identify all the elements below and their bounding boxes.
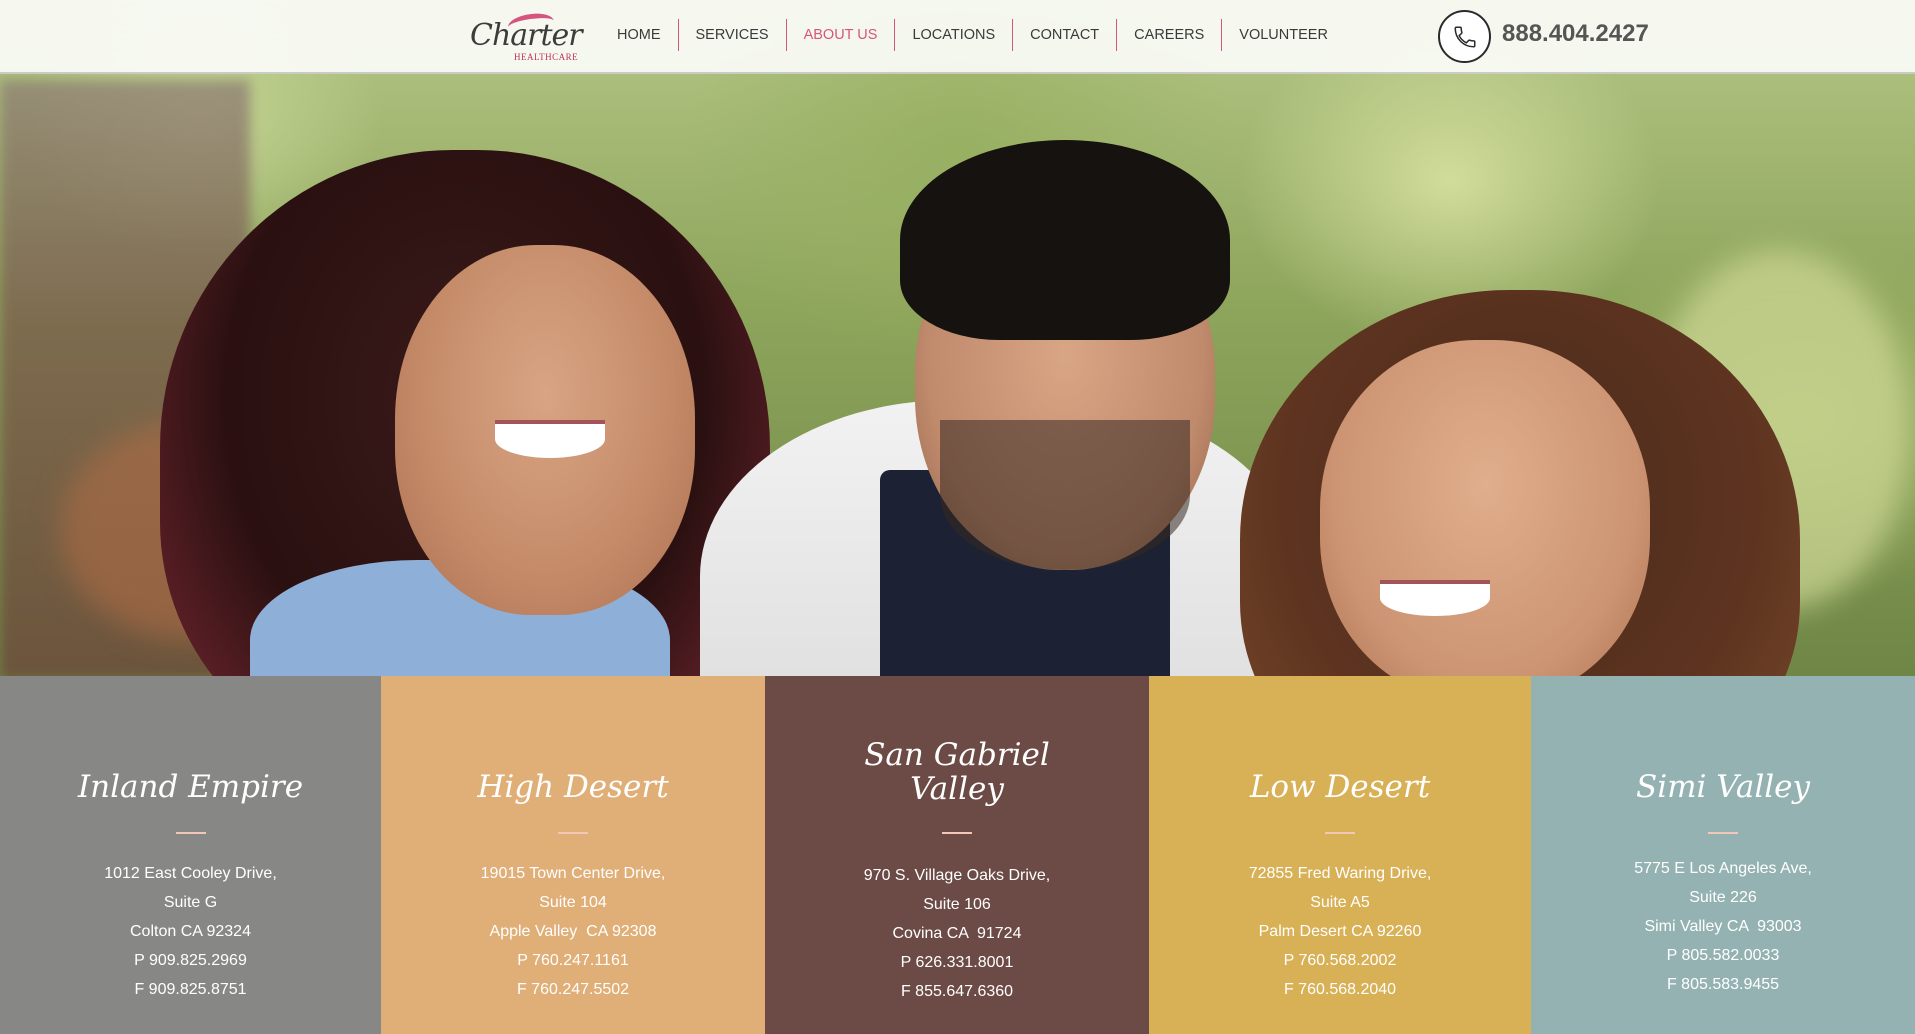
- nav-services[interactable]: SERVICES: [677, 19, 786, 51]
- phone-number[interactable]: 888.404.2427: [1502, 20, 1649, 48]
- phone-icon: [1453, 25, 1476, 48]
- location-divider: [942, 832, 972, 834]
- charter-healthcare-logo[interactable]: Charter HEALTHCARE: [468, 10, 598, 64]
- logo-script: Charter: [470, 18, 583, 53]
- address-line: Suite 226: [1689, 889, 1757, 906]
- address-line: Suite 106: [923, 896, 991, 913]
- person-middle-hair: [900, 140, 1230, 340]
- location-inland-empire[interactable]: Inland Empire 1012 East Cooley Drive, Su…: [0, 676, 381, 1034]
- fax-line: F 909.825.8751: [134, 981, 247, 998]
- location-simi-valley[interactable]: Simi Valley 5775 E Los Angeles Ave, Suit…: [1531, 676, 1915, 1034]
- phone-button[interactable]: [1438, 10, 1491, 63]
- fax-line: F 760.247.5502: [516, 981, 630, 998]
- nav-home[interactable]: HOME: [600, 19, 678, 51]
- address-line: 19015 Town Center Drive,: [480, 865, 666, 882]
- address-line: Colton CA 92324: [130, 923, 251, 940]
- location-san-gabriel-valley[interactable]: San Gabriel Valley 970 S. Village Oaks D…: [765, 676, 1149, 1034]
- fax-line: F 760.568.2040: [1283, 981, 1397, 998]
- logo-subtitle: HEALTHCARE: [514, 52, 579, 62]
- location-address: 19015 Town Center Drive, Suite 104 Apple…: [381, 859, 765, 1004]
- address-line: Covina CA 91724: [892, 925, 1022, 942]
- address-line: 970 S. Village Oaks Drive,: [863, 867, 1051, 884]
- location-low-desert[interactable]: Low Desert 72855 Fred Waring Drive, Suit…: [1149, 676, 1531, 1034]
- location-address: 970 S. Village Oaks Drive, Suite 106 Cov…: [765, 861, 1149, 1006]
- location-title: San Gabriel Valley: [864, 737, 1050, 807]
- address-line: Palm Desert CA 92260: [1258, 923, 1422, 940]
- address-line: Suite 104: [539, 894, 607, 911]
- location-divider: [1708, 832, 1738, 834]
- person-right-smile: [1380, 580, 1490, 616]
- phone-line: P 760.568.2002: [1283, 952, 1397, 969]
- address-line: Apple Valley CA 92308: [489, 923, 657, 940]
- location-title: High Desert: [477, 769, 669, 805]
- address-line: Suite G: [163, 894, 218, 911]
- locations-strip: Inland Empire 1012 East Cooley Drive, Su…: [0, 676, 1915, 1034]
- address-line: 1012 East Cooley Drive,: [104, 865, 277, 882]
- address-line: Suite A5: [1310, 894, 1370, 911]
- phone-line: P 805.582.0033: [1666, 947, 1780, 964]
- person-right-face: [1320, 340, 1650, 676]
- location-divider: [558, 832, 588, 834]
- phone-line: P 909.825.2969: [134, 952, 247, 969]
- address-line: 72855 Fred Waring Drive,: [1248, 865, 1432, 882]
- location-high-desert[interactable]: High Desert 19015 Town Center Drive, Sui…: [381, 676, 765, 1034]
- location-title: Low Desert: [1249, 769, 1431, 805]
- main-nav: HOME SERVICES ABOUT US LOCATIONS CONTACT…: [600, 18, 1345, 52]
- site-header: Charter HEALTHCARE HOME SERVICES ABOUT U…: [0, 0, 1915, 74]
- nav-locations[interactable]: LOCATIONS: [894, 19, 1012, 51]
- nav-contact[interactable]: CONTACT: [1012, 19, 1116, 51]
- location-address: 5775 E Los Angeles Ave, Suite 226 Simi V…: [1531, 854, 1915, 999]
- phone-line: P 760.247.1161: [517, 952, 629, 969]
- nav-about-us[interactable]: ABOUT US: [785, 19, 895, 51]
- fax-line: F 855.647.6360: [900, 983, 1014, 1000]
- location-divider: [175, 832, 206, 834]
- location-title: Simi Valley: [1635, 769, 1811, 805]
- location-title: Inland Empire: [77, 769, 304, 805]
- fax-line: F 805.583.9455: [1666, 976, 1780, 993]
- nav-careers[interactable]: CAREERS: [1116, 19, 1221, 51]
- address-line: 5775 E Los Angeles Ave,: [1634, 860, 1812, 877]
- address-line: Simi Valley CA 93003: [1644, 918, 1802, 935]
- location-divider: [1325, 832, 1355, 834]
- location-address: 1012 East Cooley Drive, Suite G Colton C…: [0, 859, 381, 1004]
- hero-photo: [0, 0, 1915, 676]
- person-middle-beard: [940, 420, 1190, 570]
- nav-volunteer[interactable]: VOLUNTEER: [1221, 19, 1345, 51]
- phone-line: P 626.331.8001: [900, 954, 1014, 971]
- person-left-smile: [495, 420, 605, 458]
- location-address: 72855 Fred Waring Drive, Suite A5 Palm D…: [1149, 859, 1531, 1004]
